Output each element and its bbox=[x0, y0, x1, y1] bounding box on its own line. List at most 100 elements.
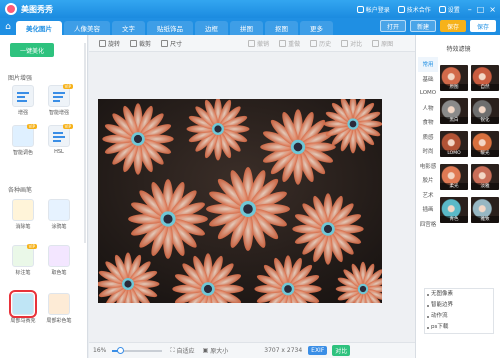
zoom-slider-knob[interactable] bbox=[117, 346, 125, 354]
tool-color-picker[interactable]: 取色笔 bbox=[44, 243, 74, 279]
tab-stickers[interactable]: 贴纸饰品 bbox=[147, 21, 193, 35]
save-button[interactable]: 保存 bbox=[469, 20, 496, 32]
filter-category[interactable]: 食物 bbox=[418, 115, 438, 130]
maximize-icon[interactable]: □ bbox=[477, 5, 485, 14]
tool-eraser-pen[interactable]: 消除笔 bbox=[8, 197, 38, 233]
section-enhance-title: 图片增强 bbox=[8, 75, 33, 82]
tool-enhance[interactable]: 增强 bbox=[8, 83, 38, 119]
settings-button[interactable]: 设置 bbox=[438, 5, 460, 14]
recent-item[interactable]: 无图像素 bbox=[425, 289, 493, 300]
tab-collage[interactable]: 拼图 bbox=[230, 21, 263, 35]
history-button[interactable]: 历史 bbox=[310, 39, 331, 48]
filter-thumbnail[interactable]: 锐化 bbox=[471, 98, 499, 124]
redo-button[interactable]: 重做 bbox=[279, 39, 300, 48]
filter-category[interactable]: 时尚 bbox=[418, 144, 438, 159]
flower-photo-image bbox=[98, 99, 382, 303]
photo-flowers[interactable] bbox=[98, 99, 382, 303]
size-button[interactable]: 尺寸 bbox=[161, 39, 182, 48]
rotate-button[interactable]: 旋转 bbox=[99, 39, 120, 48]
open-button[interactable]: 打开 bbox=[379, 20, 406, 32]
color-palette-icon: VIP bbox=[12, 124, 37, 147]
filter-thumbnail[interactable]: 淡雅 bbox=[471, 164, 499, 190]
filter-category[interactable]: 人物 bbox=[418, 101, 438, 116]
tab-portrait[interactable]: 人像美容 bbox=[64, 21, 110, 35]
crop-icon bbox=[130, 39, 138, 47]
new-button[interactable]: 新建 bbox=[409, 20, 436, 32]
tab-beautify[interactable]: 美化图片 bbox=[16, 21, 62, 35]
image-canvas bbox=[89, 52, 415, 342]
filter-thumbnail[interactable]: 柔光 bbox=[440, 164, 468, 190]
recent-item[interactable]: 动作流 bbox=[425, 311, 493, 322]
filter-thumbnail[interactable]: 暖光 bbox=[471, 131, 499, 157]
filter-thumbnail[interactable]: 雅致 bbox=[471, 197, 499, 223]
compare-button[interactable]: 对比 bbox=[332, 345, 351, 356]
original-size-button[interactable]: ▣ 原大小 bbox=[203, 346, 229, 355]
user-icon bbox=[356, 5, 364, 13]
home-icon[interactable]: ⌂ bbox=[0, 18, 16, 35]
status-bar: 16% ⛶ 自适应 ▣ 原大小 3707 x 2734 EXIF 对比 bbox=[89, 342, 415, 358]
tool-local-color-pen[interactable]: 局部彩色笔 bbox=[44, 291, 74, 327]
tool-mark-pen[interactable]: VIP 标注笔 bbox=[8, 243, 38, 279]
vip-badge: VIP bbox=[26, 124, 37, 129]
filter-thumbnail[interactable]: LOMO bbox=[440, 131, 468, 157]
mark-pen-icon: VIP bbox=[12, 244, 37, 267]
filter-category[interactable]: 常用 bbox=[418, 57, 438, 72]
tech-support[interactable]: 技术合作 bbox=[397, 5, 431, 14]
recent-item[interactable]: ps下载 bbox=[425, 322, 493, 333]
vip-save-button[interactable]: 保存 bbox=[439, 20, 466, 32]
sliders-icon bbox=[12, 85, 34, 107]
reset-label: 原图 bbox=[381, 40, 394, 48]
redo-label: 重做 bbox=[288, 40, 301, 48]
tool-label: 智能调色 bbox=[12, 150, 33, 156]
compare-icon bbox=[341, 39, 349, 47]
app-logo bbox=[5, 3, 17, 15]
filter-category[interactable]: 质感 bbox=[418, 130, 438, 145]
tool-hsl[interactable]: VIP HSL bbox=[44, 123, 74, 159]
tab-more[interactable]: 更多 bbox=[300, 21, 333, 35]
left-panel-scrollbar[interactable] bbox=[84, 43, 86, 243]
zoom-slider[interactable] bbox=[112, 346, 163, 354]
filter-label: 黑白 bbox=[440, 117, 468, 124]
history-icon bbox=[310, 39, 318, 47]
minimize-icon[interactable]: – bbox=[468, 5, 472, 14]
fit-button[interactable]: ⛶ 自适应 bbox=[170, 346, 194, 356]
original-image-icon bbox=[372, 39, 380, 47]
tool-label: 局部马赛克 bbox=[10, 318, 36, 324]
tab-frames[interactable]: 边框 bbox=[195, 21, 228, 35]
filter-thumbnail[interactable]: 黑白 bbox=[440, 98, 468, 124]
tool-smart-color[interactable]: VIP 智能调色 bbox=[8, 123, 38, 159]
filter-category[interactable]: 艺术 bbox=[418, 188, 438, 203]
recent-item[interactable]: 智能边界 bbox=[425, 300, 493, 311]
exif-button[interactable]: EXIF bbox=[308, 346, 328, 355]
filter-category[interactable]: 基础 bbox=[418, 72, 438, 87]
crop-button[interactable]: 裁剪 bbox=[130, 39, 151, 48]
tool-label: 取色笔 bbox=[51, 270, 67, 276]
one-key-beautify-button[interactable]: 一键美化 bbox=[10, 43, 54, 57]
tool-doodle-pen[interactable]: 涂鸦笔 bbox=[44, 197, 74, 233]
rotate-icon bbox=[99, 39, 106, 47]
filter-category[interactable]: LOMO bbox=[418, 86, 438, 101]
close-icon[interactable]: × bbox=[489, 5, 496, 14]
undo-button[interactable]: 撤销 bbox=[248, 39, 269, 48]
fit-icon: ⛶ bbox=[170, 346, 175, 354]
tool-local-mosaic[interactable]: 局部马赛克 bbox=[8, 290, 38, 327]
tool-smart-enhance[interactable]: VIP 智能增强 bbox=[44, 83, 74, 119]
tool-label: 智能增强 bbox=[48, 110, 69, 116]
tab-text[interactable]: 文字 bbox=[112, 21, 145, 35]
filter-category[interactable]: 电影感 bbox=[418, 159, 438, 174]
filter-thumbnail[interactable]: 原图 bbox=[440, 65, 468, 91]
filter-category[interactable]: 胶片 bbox=[418, 173, 438, 188]
filter-label: 雅致 bbox=[471, 216, 499, 223]
compare-toolbar-button[interactable]: 对比 bbox=[341, 39, 362, 48]
account-login[interactable]: 帐户登录 bbox=[356, 5, 390, 14]
filter-category[interactable]: 插画 bbox=[418, 202, 438, 217]
reset-button[interactable]: 原图 bbox=[372, 39, 393, 48]
undo-label: 撤销 bbox=[257, 40, 270, 48]
tool-label: 局部彩色笔 bbox=[46, 318, 72, 324]
filter-category[interactable]: 四宫格 bbox=[418, 217, 438, 232]
settings-label: 设置 bbox=[447, 6, 460, 14]
tab-cutout[interactable]: 抠图 bbox=[265, 21, 298, 35]
filter-thumbnail[interactable]: 自然 bbox=[471, 65, 499, 91]
vip-badge: VIP bbox=[62, 84, 73, 89]
filter-thumbnail[interactable]: 青色 bbox=[440, 197, 468, 223]
